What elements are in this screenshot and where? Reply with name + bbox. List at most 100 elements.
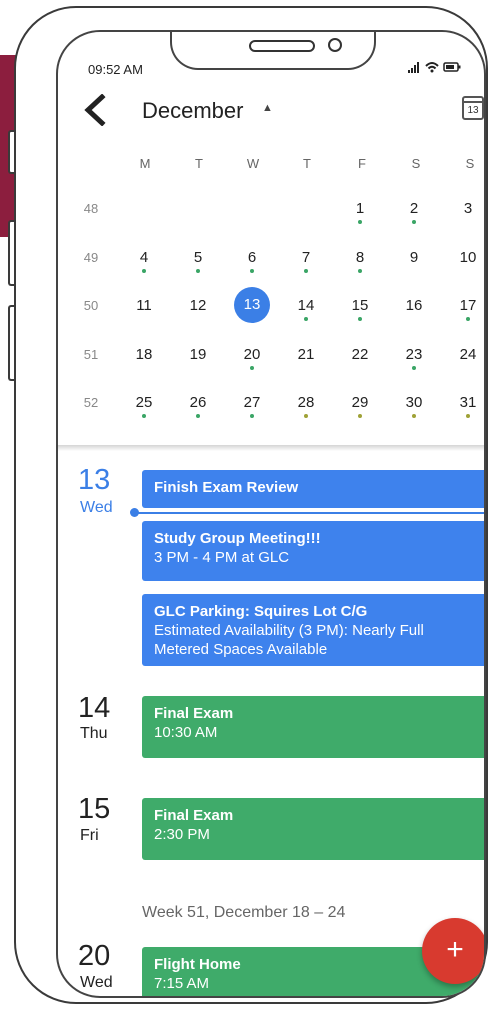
agenda-date-number: 15 bbox=[78, 793, 111, 825]
event-dot bbox=[466, 317, 470, 321]
event-dot bbox=[358, 317, 362, 321]
event-detail: Estimated Availability (3 PM): Nearly Fu… bbox=[154, 622, 424, 639]
weekday-label: W bbox=[246, 156, 260, 171]
weekday-label: T bbox=[303, 156, 311, 171]
calendar-day[interactable]: 19 bbox=[180, 346, 216, 363]
event-dot bbox=[196, 269, 200, 273]
event-title: GLC Parking: Squires Lot C/G bbox=[154, 603, 368, 620]
month-title[interactable]: December bbox=[142, 98, 243, 124]
calendar-day[interactable]: 12 bbox=[180, 297, 216, 314]
calendar-day[interactable]: 10 bbox=[450, 249, 484, 266]
speaker-icon bbox=[249, 40, 315, 52]
event-title: Study Group Meeting!!! bbox=[154, 530, 321, 547]
signal-wifi-battery-icon bbox=[408, 62, 461, 73]
calendar-day[interactable]: 15 bbox=[342, 297, 378, 314]
event-detail: 7:15 AM bbox=[154, 975, 210, 992]
status-icons bbox=[408, 60, 468, 77]
weekday-label: S bbox=[411, 156, 421, 171]
event-card[interactable]: Finish Exam Review bbox=[142, 470, 484, 508]
weekday-label: F bbox=[358, 156, 366, 171]
event-dot bbox=[358, 414, 362, 418]
calendar-day[interactable]: 30 bbox=[396, 394, 432, 411]
event-detail: 3 PM - 4 PM at GLC bbox=[154, 549, 290, 566]
calendar-day[interactable]: 21 bbox=[288, 346, 324, 363]
weekday-label: S bbox=[465, 156, 475, 171]
calendar-day[interactable]: 18 bbox=[126, 346, 162, 363]
calendar-day[interactable]: 17 bbox=[450, 297, 484, 314]
weekday-label: T bbox=[195, 156, 203, 171]
week-number: 51 bbox=[83, 347, 99, 362]
calendar-day[interactable]: 7 bbox=[288, 249, 324, 266]
today-calendar-icon[interactable]: 13 bbox=[462, 96, 484, 120]
event-title: Final Exam bbox=[154, 705, 234, 722]
event-dot bbox=[466, 414, 470, 418]
current-time-line bbox=[134, 512, 484, 514]
event-dot bbox=[304, 414, 308, 418]
calendar-day[interactable]: 6 bbox=[234, 249, 270, 266]
event-dot bbox=[358, 269, 362, 273]
calendar-day[interactable]: 20 bbox=[234, 346, 270, 363]
phone-frame: 09:52 AM December ▲ 13 M T W T F S S 48 … bbox=[14, 6, 488, 1004]
calendar-day[interactable]: 8 bbox=[342, 249, 378, 266]
month-agenda-divider bbox=[58, 445, 484, 451]
calendar-day-today[interactable]: 13 bbox=[234, 287, 270, 323]
event-detail: Metered Spaces Available bbox=[154, 641, 328, 658]
event-dot bbox=[142, 414, 146, 418]
weekday-label: M bbox=[139, 156, 151, 171]
calendar-day[interactable]: 14 bbox=[288, 297, 324, 314]
calendar-day[interactable]: 9 bbox=[396, 249, 432, 266]
event-dot bbox=[358, 220, 362, 224]
week-range-label: Week 51, December 18 – 24 bbox=[142, 904, 346, 921]
phone-screen: 09:52 AM December ▲ 13 M T W T F S S 48 … bbox=[56, 30, 486, 998]
calendar-day[interactable]: 31 bbox=[450, 394, 484, 411]
event-dot bbox=[196, 414, 200, 418]
event-title: Finish Exam Review bbox=[154, 479, 299, 496]
calendar-day[interactable]: 23 bbox=[396, 346, 432, 363]
calendar-day[interactable]: 4 bbox=[126, 249, 162, 266]
agenda-date-number: 14 bbox=[78, 692, 111, 724]
calendar-day[interactable]: 26 bbox=[180, 394, 216, 411]
calendar-day[interactable]: 24 bbox=[450, 346, 484, 363]
calendar-day[interactable]: 1 bbox=[342, 200, 378, 217]
status-time: 09:52 AM bbox=[88, 62, 143, 77]
event-dot bbox=[250, 269, 254, 273]
agenda-date-number: 13 bbox=[78, 464, 111, 496]
camera-icon bbox=[328, 38, 342, 52]
event-card[interactable]: GLC Parking: Squires Lot C/G Estimated A… bbox=[142, 594, 484, 666]
event-dot bbox=[412, 366, 416, 370]
calendar-day[interactable]: 3 bbox=[450, 200, 484, 217]
agenda-date-number: 20 bbox=[78, 940, 111, 972]
event-card[interactable]: Final Exam 10:30 AM bbox=[142, 696, 484, 758]
week-number: 49 bbox=[83, 250, 99, 265]
calendar-day[interactable]: 29 bbox=[342, 394, 378, 411]
calendar-day[interactable]: 5 bbox=[180, 249, 216, 266]
calendar-day[interactable]: 22 bbox=[342, 346, 378, 363]
event-title: Final Exam bbox=[154, 807, 234, 824]
current-time-dot bbox=[130, 508, 139, 517]
event-dot bbox=[142, 269, 146, 273]
add-event-button[interactable]: + bbox=[422, 918, 484, 984]
event-dot bbox=[304, 317, 308, 321]
today-calendar-icon-label: 13 bbox=[467, 105, 479, 116]
calendar-day[interactable]: 11 bbox=[126, 297, 162, 314]
event-detail: 2:30 PM bbox=[154, 826, 210, 843]
event-dot bbox=[304, 269, 308, 273]
calendar-day[interactable]: 16 bbox=[396, 297, 432, 314]
event-detail: 10:30 AM bbox=[154, 724, 218, 741]
week-number: 52 bbox=[83, 395, 99, 410]
event-dot bbox=[412, 220, 416, 224]
calendar-day[interactable]: 28 bbox=[288, 394, 324, 411]
calendar-day[interactable]: 2 bbox=[396, 200, 432, 217]
event-dot bbox=[250, 366, 254, 370]
back-arrow-icon[interactable] bbox=[82, 93, 112, 130]
week-number: 50 bbox=[83, 298, 99, 313]
event-card[interactable]: Study Group Meeting!!! 3 PM - 4 PM at GL… bbox=[142, 521, 484, 581]
agenda-date-weekday: Wed bbox=[80, 499, 113, 516]
event-dot bbox=[250, 414, 254, 418]
agenda-date-weekday: Fri bbox=[80, 827, 99, 844]
calendar-day[interactable]: 27 bbox=[234, 394, 270, 411]
month-dropdown-caret-icon[interactable]: ▲ bbox=[262, 102, 273, 114]
event-dot bbox=[412, 414, 416, 418]
event-card[interactable]: Final Exam 2:30 PM bbox=[142, 798, 484, 860]
calendar-day[interactable]: 25 bbox=[126, 394, 162, 411]
